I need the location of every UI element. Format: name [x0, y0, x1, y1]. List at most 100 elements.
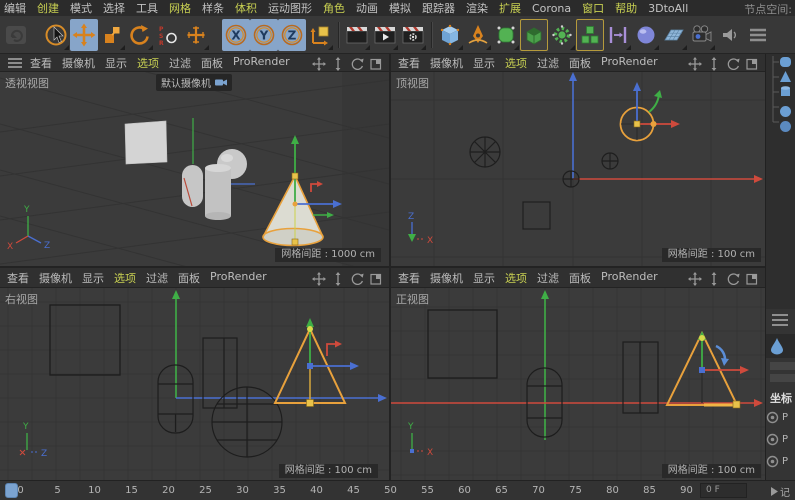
menu-item[interactable]: 创建	[37, 0, 59, 16]
array-fracture-button[interactable]	[576, 19, 604, 51]
playhead[interactable]	[5, 483, 18, 498]
coord-field-row[interactable]: P	[766, 452, 795, 470]
speaker-button[interactable]	[716, 19, 744, 51]
timeline-ruler[interactable]: 051015202530354045505560657075808590	[2, 485, 705, 496]
render-view-button[interactable]	[343, 19, 371, 51]
camera-button[interactable]	[688, 19, 716, 51]
timeline-tick[interactable]: 30	[224, 485, 261, 496]
timeline-tick[interactable]: 40	[298, 485, 335, 496]
viewport-menu-item[interactable]: 显示	[105, 55, 127, 71]
maximize-icon[interactable]	[369, 272, 383, 286]
menu-item[interactable]: 网格	[169, 0, 191, 16]
cone-object-selected[interactable]	[263, 176, 323, 246]
field-object-button[interactable]	[632, 19, 660, 51]
object-icon-cone[interactable]	[780, 71, 791, 82]
viewport-menu-item[interactable]: 摄像机	[39, 270, 72, 286]
lock-x-axis-button[interactable]: X	[222, 19, 250, 51]
viewport-menu-item[interactable]: 摄像机	[62, 55, 95, 71]
live-selection-tool[interactable]	[42, 19, 70, 51]
timeline-tick[interactable]: 85	[631, 485, 668, 496]
default-camera-label[interactable]: 默认摄像机	[156, 74, 232, 91]
menu-item[interactable]: 3DtoAll	[648, 2, 688, 15]
viewport-menu-item[interactable]: ProRender	[601, 55, 658, 71]
menu-item[interactable]: 体积	[235, 0, 257, 16]
cylinder-object[interactable]	[205, 164, 231, 220]
spline-arrange-button[interactable]	[604, 19, 632, 51]
generator-object-button[interactable]	[548, 19, 576, 51]
menu-item[interactable]: 运动图形	[268, 0, 312, 16]
menu-item[interactable]: Corona	[532, 2, 571, 15]
viewport-menu-item[interactable]: 查看	[398, 55, 420, 71]
menu-item[interactable]: 窗口	[582, 0, 604, 16]
dolly-icon[interactable]	[331, 272, 345, 286]
dolly-icon[interactable]	[707, 272, 721, 286]
pan-icon[interactable]	[312, 272, 326, 286]
maximize-icon[interactable]	[745, 272, 759, 286]
am-object-row[interactable]	[766, 334, 795, 358]
capsule-object[interactable]	[182, 165, 203, 207]
menu-item[interactable]: 跟踪器	[422, 0, 455, 16]
viewport-menu-item[interactable]: 面板	[569, 270, 591, 286]
cube-object[interactable]	[125, 121, 167, 164]
viewport-menu-item[interactable]: 显示	[82, 270, 104, 286]
object-icon-sphere2[interactable]	[780, 121, 791, 132]
viewport-menu-item[interactable]: 面板	[201, 55, 223, 71]
viewport-menu-item[interactable]: 选项	[137, 55, 159, 71]
menu-item[interactable]: 样条	[202, 0, 224, 16]
menu-item[interactable]: 渲染	[466, 0, 488, 16]
cube-wire[interactable]	[428, 310, 497, 378]
viewport-hamburger-icon[interactable]	[7, 57, 23, 69]
timeline-tick[interactable]: 80	[594, 485, 631, 496]
am-tab-stub[interactable]	[770, 374, 795, 382]
menu-item[interactable]: 角色	[323, 0, 345, 16]
viewport-front[interactable]: 正视图	[391, 288, 765, 480]
viewport-menu-item[interactable]: 查看	[398, 270, 420, 286]
menu-item[interactable]: 模拟	[389, 0, 411, 16]
orbit-icon[interactable]	[726, 57, 740, 71]
pan-icon[interactable]	[688, 272, 702, 286]
orbit-icon[interactable]	[350, 272, 364, 286]
am-tab-stub[interactable]	[770, 362, 795, 370]
menu-item[interactable]: 编辑	[4, 0, 26, 16]
menu-item[interactable]: 帮助	[615, 0, 637, 16]
record-button[interactable]: 记	[771, 484, 790, 499]
viewport-menu-item[interactable]: 过滤	[169, 55, 191, 71]
viewport-menu-item[interactable]: ProRender	[601, 270, 658, 286]
viewport-menu-item[interactable]: 面板	[569, 55, 591, 71]
pan-icon[interactable]	[312, 57, 326, 71]
viewport-menu-item[interactable]: 查看	[7, 270, 29, 286]
coord-field-row[interactable]: P	[766, 408, 795, 426]
rotate-tool[interactable]	[126, 19, 154, 51]
timeline-tick[interactable]: 15	[113, 485, 150, 496]
viewport-menu-item[interactable]: 显示	[473, 270, 495, 286]
timeline-tick[interactable]: 65	[483, 485, 520, 496]
viewport-menu-item[interactable]: 摄像机	[430, 270, 463, 286]
viewport-top[interactable]: 顶视图	[391, 72, 765, 266]
coord-field-row[interactable]: P	[766, 430, 795, 448]
cube-wire[interactable]	[50, 305, 120, 375]
viewport-right[interactable]: 右视图	[0, 288, 389, 480]
spline-pen-button[interactable]	[464, 19, 492, 51]
maximize-icon[interactable]	[745, 57, 759, 71]
viewport-menu-item[interactable]: ProRender	[233, 55, 290, 71]
current-frame-field[interactable]: 0 F	[700, 483, 747, 498]
viewport-menu-item[interactable]: 选项	[114, 270, 136, 286]
add-cube-primitive-button[interactable]	[436, 19, 464, 51]
viewport-perspective[interactable]: 透视视图 默认摄像机	[0, 72, 389, 266]
extrude-generator-button[interactable]	[520, 19, 548, 51]
timeline-tick[interactable]: 45	[335, 485, 372, 496]
timeline-tick[interactable]: 60	[446, 485, 483, 496]
render-settings-button[interactable]	[399, 19, 427, 51]
object-icon-cylinder[interactable]	[781, 86, 790, 96]
cone-selected-top[interactable]	[621, 82, 681, 141]
timeline-tick[interactable]: 5	[39, 485, 76, 496]
viewport-menu-item[interactable]: 查看	[30, 55, 52, 71]
timeline-tick[interactable]: 25	[187, 485, 224, 496]
sphere-wire-top[interactable]	[470, 137, 500, 167]
render-to-picture-viewer-button[interactable]	[371, 19, 399, 51]
workplane-button[interactable]	[660, 19, 688, 51]
pan-icon[interactable]	[688, 57, 702, 71]
menu-item[interactable]: 动画	[356, 0, 378, 16]
am-hamburger-icon[interactable]	[771, 313, 791, 327]
layout-menu-button[interactable]	[744, 19, 772, 51]
